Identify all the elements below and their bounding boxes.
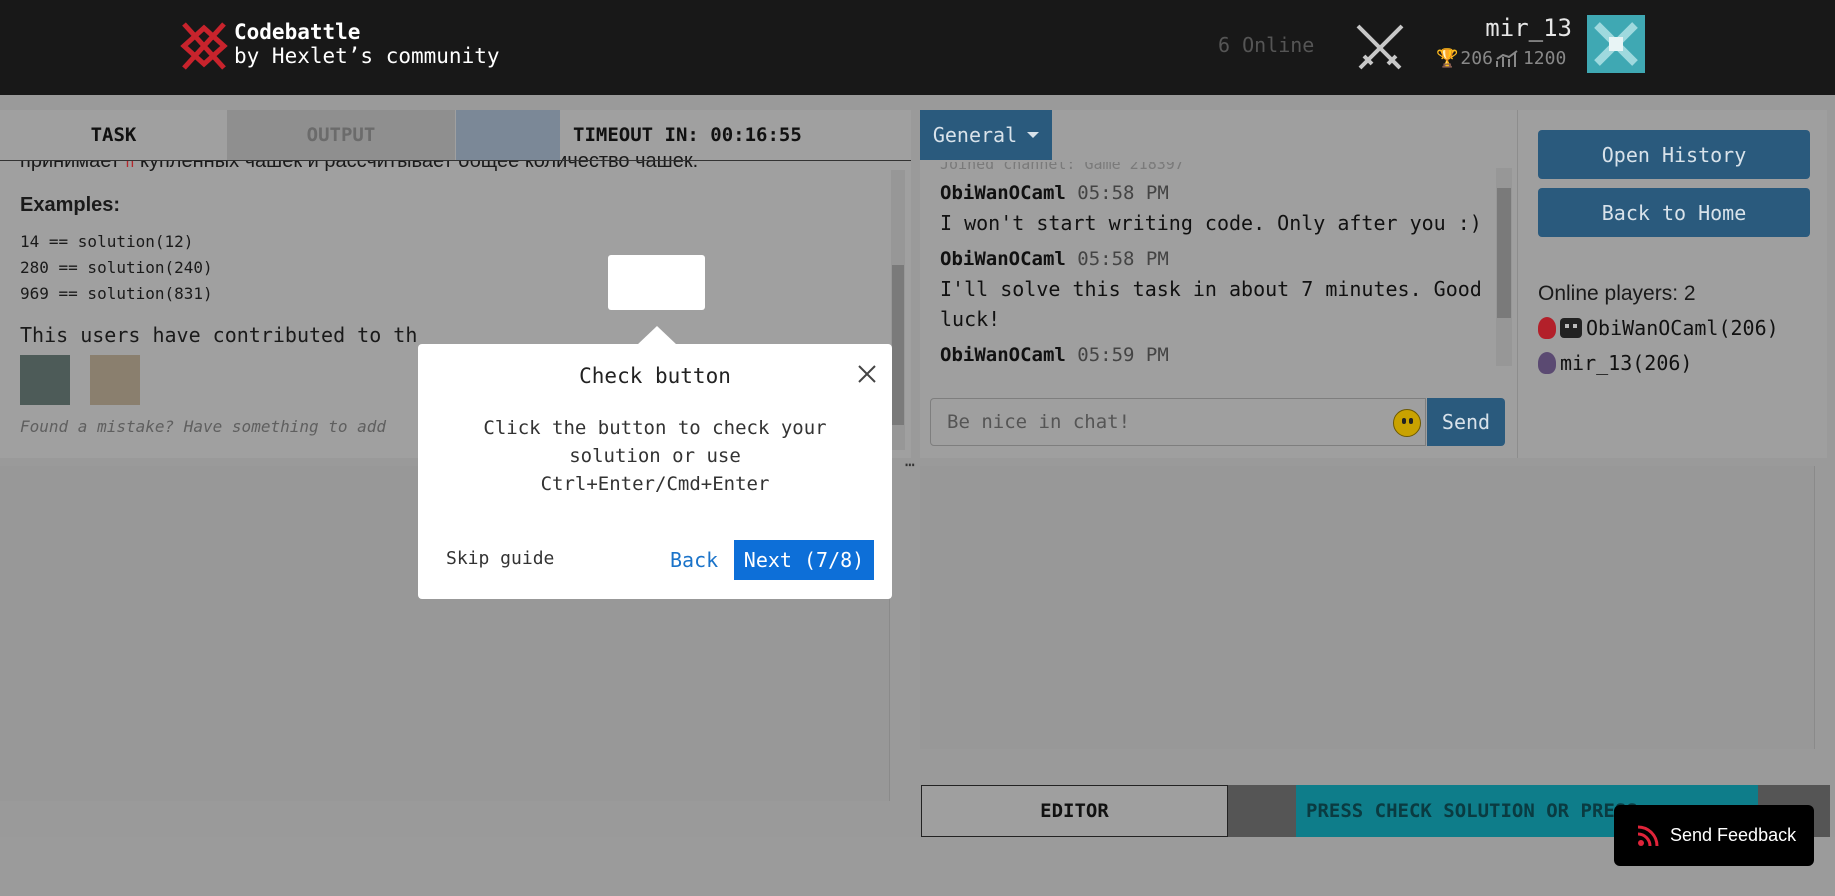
message-header: ObiWanOCaml 05:58 PM <box>940 248 1500 270</box>
message-author[interactable]: ObiWanOCaml <box>940 182 1066 204</box>
top-navbar: Codebattle by Hexlet’s community 6 Onlin… <box>0 0 1835 95</box>
online-count: 6 Online <box>1218 33 1315 57</box>
identicon-icon <box>1587 15 1645 73</box>
game-sidebar: Open History Back to Home Online players… <box>1517 110 1827 458</box>
open-history-button[interactable]: Open History <box>1538 130 1810 179</box>
example-line: 969 == solution(831) <box>20 284 213 303</box>
user-stats: 🏆 206 1200 <box>1436 48 1566 69</box>
task-tabs: TASK OUTPUT TIMEOUT IN: 00:16:55 <box>0 110 911 161</box>
guide-highlight <box>608 255 705 310</box>
tab-highlighted[interactable] <box>456 110 560 160</box>
send-feedback-button[interactable]: Send Feedback <box>1614 805 1814 866</box>
trophy-icon: 🏆 <box>1436 48 1459 69</box>
guide-title: Check button <box>579 364 731 388</box>
system-message: Joined channel: Game_218397 <box>940 162 1184 172</box>
contributor-avatar[interactable] <box>90 355 140 405</box>
examples-heading: Examples: <box>20 194 121 216</box>
user-avatar[interactable] <box>1587 15 1645 73</box>
player-name: ObiWanOCaml(206) <box>1586 316 1779 340</box>
contributor-avatar[interactable] <box>20 355 70 405</box>
caret-down-icon <box>1027 132 1040 138</box>
message-author[interactable]: ObiWanOCaml <box>940 344 1066 366</box>
scrollbar-thumb[interactable] <box>892 265 904 425</box>
tab-editor[interactable]: EDITOR <box>921 785 1228 837</box>
message-text: I won't start writing code. Only after y… <box>940 211 1482 235</box>
message-time: 05:58 PM <box>1077 182 1169 204</box>
task-scrollbar[interactable] <box>891 170 905 450</box>
chart-icon <box>1495 49 1518 67</box>
example-line: 14 == solution(12) <box>20 232 194 251</box>
guide-back-button[interactable]: Back <box>670 548 718 572</box>
player-item[interactable]: ObiWanOCaml(206) <box>1538 316 1779 340</box>
chat-panel: General Joined channel: Game_218397 ObiW… <box>920 110 1827 458</box>
message-header: ObiWanOCaml 05:58 PM <box>940 182 1500 204</box>
message-text: I'll solve this task in about 7 minutes.… <box>940 277 1482 331</box>
rank-icon <box>1538 317 1556 339</box>
resize-handle[interactable]: ⋯ <box>905 455 915 474</box>
example-line: 280 == solution(240) <box>20 258 213 277</box>
tab-output[interactable]: OUTPUT <box>227 110 455 160</box>
logo-title: Codebattle <box>234 20 361 44</box>
tab-task[interactable]: TASK <box>0 110 227 160</box>
codebattle-logo-icon <box>180 22 228 70</box>
emoji-icon[interactable] <box>1393 409 1421 437</box>
crossed-swords-icon[interactable] <box>1352 20 1408 72</box>
chat-messages: Joined channel: Game_218397 ObiWanOCaml … <box>940 162 1500 372</box>
send-button[interactable]: Send <box>1427 398 1505 446</box>
codebattle-logo[interactable]: Codebattle by Hexlet’s community <box>180 20 500 72</box>
channel-label: General <box>932 123 1018 147</box>
robot-icon <box>1560 318 1582 338</box>
skip-guide-button[interactable]: Skip guide <box>446 548 554 569</box>
rss-icon <box>1637 825 1659 846</box>
rank-icon <box>1538 352 1556 374</box>
scrollbar-thumb[interactable] <box>1497 188 1511 318</box>
back-to-home-button[interactable]: Back to Home <box>1538 188 1810 237</box>
guide-body: Click the button to check your solution … <box>483 417 827 495</box>
send-feedback-label: Send Feedback <box>1670 825 1797 845</box>
close-icon[interactable] <box>855 362 879 386</box>
chat-input-placeholder: Be nice in chat! <box>947 411 1131 433</box>
username[interactable]: mir_13 <box>1482 14 1572 42</box>
popover-arrow <box>637 326 677 345</box>
message-time: 05:58 PM <box>1077 248 1169 270</box>
user-rating: 206 <box>1460 48 1493 69</box>
footer-strip <box>0 837 1835 896</box>
timeout-timer: TIMEOUT IN: 00:16:55 <box>573 124 802 146</box>
player-item[interactable]: mir_13(206) <box>1538 351 1692 375</box>
guide-next-button[interactable]: Next (7/8) <box>734 540 874 580</box>
guide-popover: Check button Click the button to check y… <box>418 344 892 599</box>
online-players-heading: Online players: 2 <box>1538 282 1696 305</box>
logo-subtitle: by Hexlet’s community <box>234 44 500 68</box>
message-author[interactable]: ObiWanOCaml <box>940 248 1066 270</box>
chat-input[interactable]: Be nice in chat! <box>930 398 1426 446</box>
channel-dropdown[interactable]: General <box>920 110 1052 160</box>
user-points: 1200 <box>1522 48 1567 69</box>
chat-scrollbar[interactable] <box>1496 168 1512 366</box>
message-header: ObiWanOCaml 05:59 PM <box>940 344 1500 366</box>
right-lower-area <box>920 466 1815 749</box>
message-time: 05:59 PM <box>1077 344 1169 366</box>
player-name: mir_13(206) <box>1560 351 1693 375</box>
